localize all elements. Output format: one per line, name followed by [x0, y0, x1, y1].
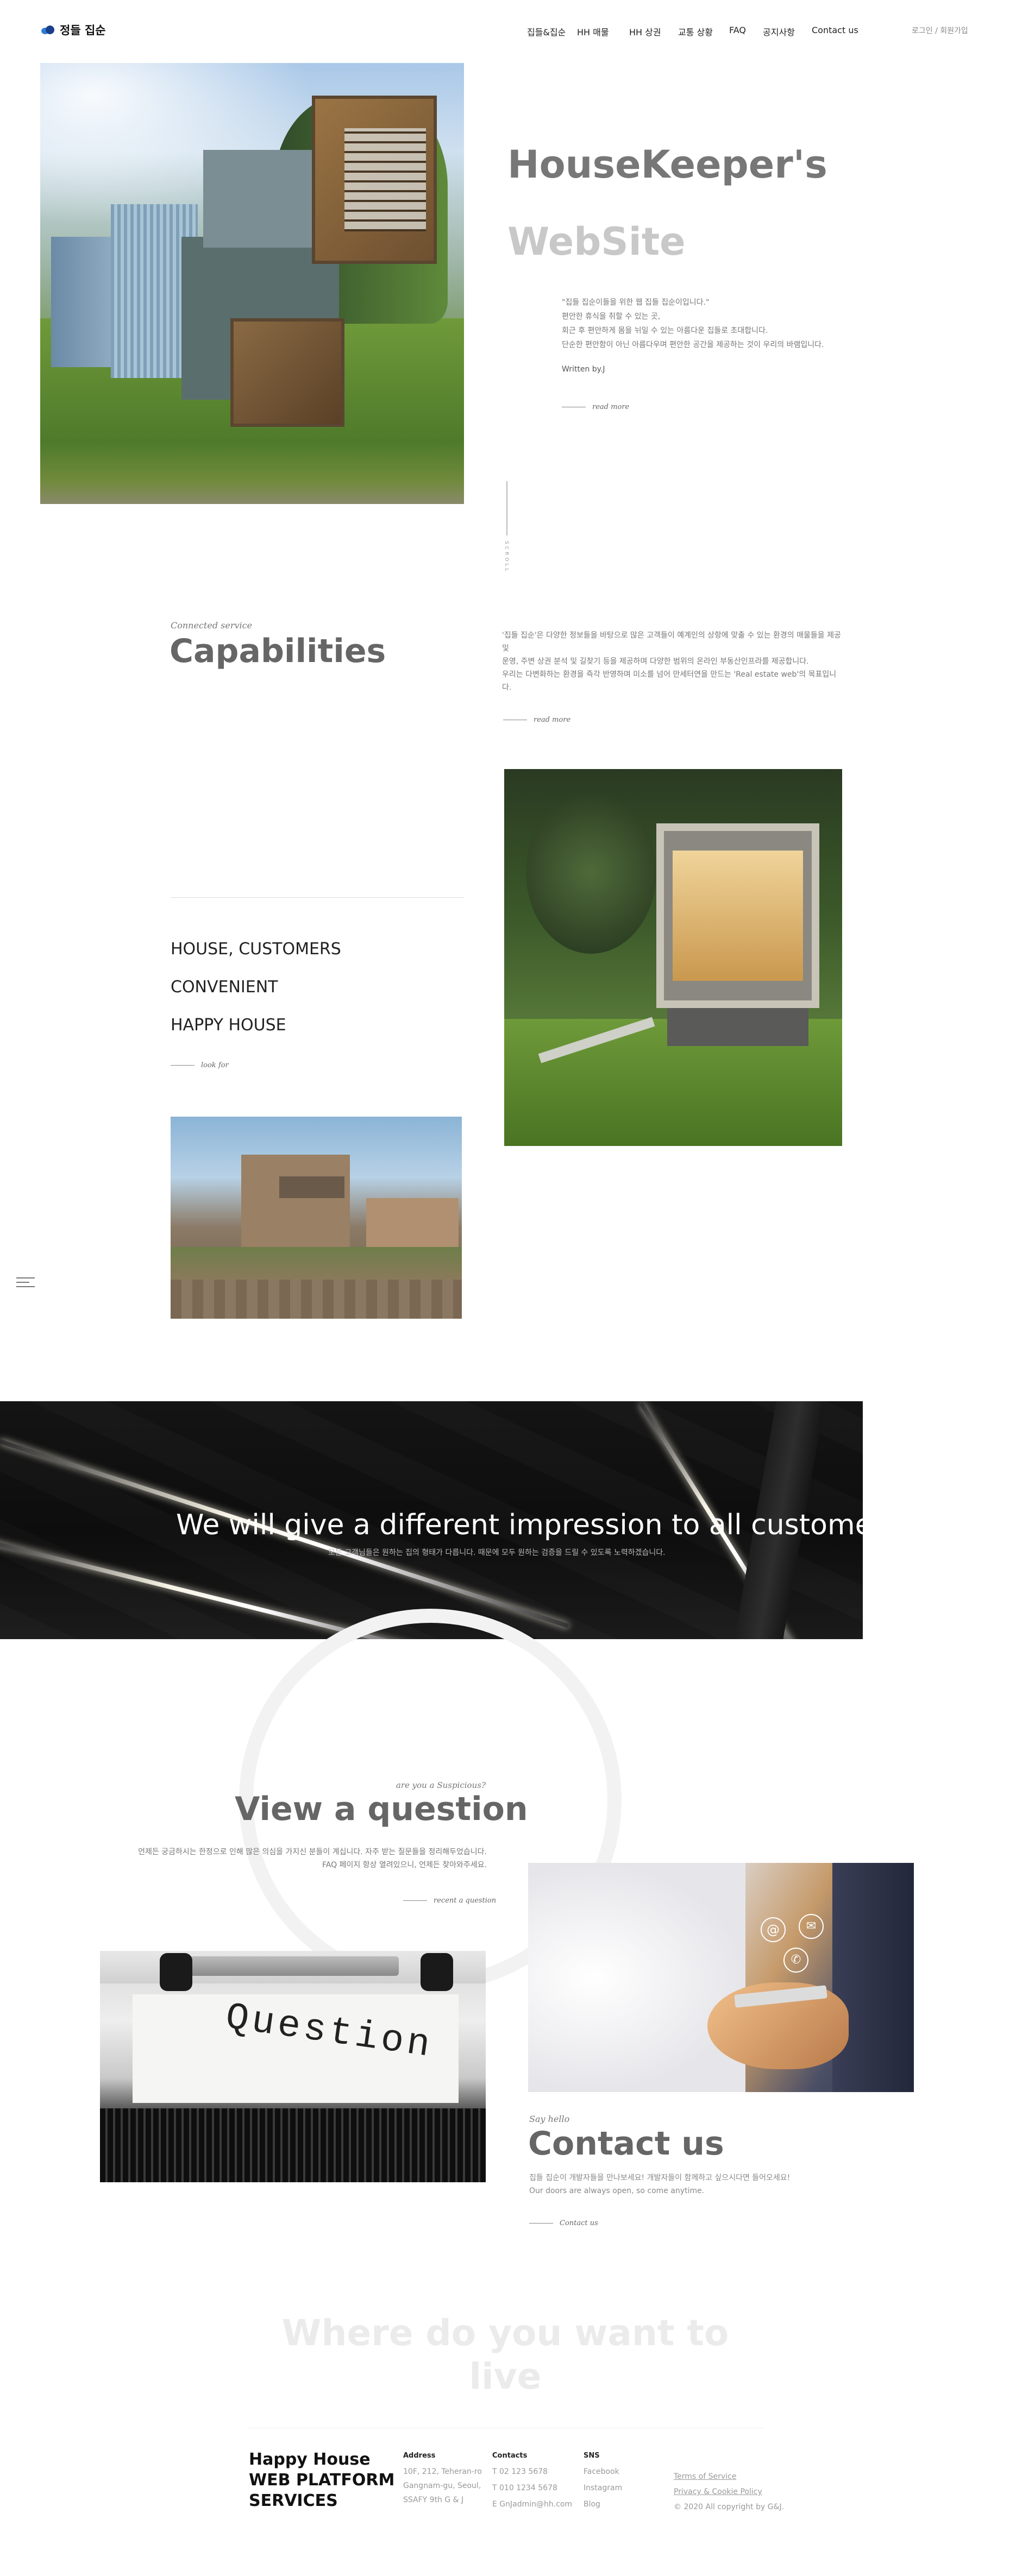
- question-text-line: 언제든 궁금하시는 한정으로 인해 많은 의심을 가지신 분들이 계십니다. 자…: [138, 1848, 487, 1856]
- contact-phone-photo: @ ✉ ✆: [528, 1863, 914, 2092]
- question-subtitle: are you a Suspicious?: [396, 1780, 486, 1790]
- footer-contacts-heading: Contacts: [492, 2452, 528, 2460]
- nav-item-listings[interactable]: HH 매물: [577, 25, 609, 38]
- logo-icon: [41, 26, 55, 34]
- recent-question-link[interactable]: recent a question: [403, 1897, 496, 1905]
- hero-read-more-link[interactable]: read more: [562, 403, 629, 411]
- site-header: 정들 집순 집들&집순 HH 매물 HH 상권 교통 상황 FAQ 공지사항 C…: [0, 0, 1016, 60]
- banner-subtitle: 모든 고객님들은 원하는 집의 형태가 다릅니다. 때문에 모두 원하는 검증을…: [328, 1548, 666, 1557]
- nav-item-notice[interactable]: 공지사항: [763, 25, 795, 38]
- signup-link[interactable]: 회원가입: [940, 27, 968, 35]
- hero-read-more-label: read more: [592, 403, 630, 411]
- tagline-line: HOUSE, CUSTOMERS: [171, 940, 341, 959]
- site-logo[interactable]: 정들 집순: [41, 22, 106, 38]
- auth-links: 로그인 / 회원가입: [912, 25, 968, 36]
- privacy-link[interactable]: Privacy & Cookie Policy: [674, 2484, 784, 2499]
- question-description: 언제든 궁금하시는 한정으로 인해 많은 의심을 가지신 분들이 계십니다. 자…: [96, 1846, 487, 1872]
- contact-description: 집들 집순이 개발자들을 만나보세요! 개발자들이 함께하고 싶으시다면 들어오…: [529, 2171, 790, 2197]
- capabilities-text-line: 우리는 다변화하는 환경을 즉각 반영하며 미소를 넘어 만세터연을 만드는 '…: [502, 670, 837, 692]
- footer-address-line: SSAFY 9th G & J: [403, 2496, 464, 2504]
- tagline-line: CONVENIENT: [171, 978, 278, 997]
- section-divider: [171, 897, 464, 898]
- footer-address: Address 10F, 212, Teheran-ro Gangnam-gu,…: [403, 2448, 482, 2508]
- question-typewriter-photo: Question: [100, 1951, 486, 2182]
- hero-house-photo: [40, 63, 464, 504]
- footer-mobile-link[interactable]: T 010 1234 5678: [492, 2480, 572, 2496]
- footer-brand-line: SERVICES: [249, 2491, 338, 2510]
- nav-item-commercial[interactable]: HH 상권: [629, 25, 661, 38]
- capabilities-read-more-label: read more: [534, 716, 571, 724]
- nav-item-contact[interactable]: Contact us: [812, 25, 858, 35]
- hero-title-line2: WebSite: [507, 219, 686, 264]
- capabilities-text-line: '집들 집순'은 다양한 정보들을 바탕으로 많은 고객들이 예계인의 상항에 …: [502, 631, 841, 653]
- footer-brand-line: WEB PLATFORM: [249, 2471, 395, 2490]
- capabilities-text-line: 운영, 주변 상권 분석 및 길찾기 등을 제공하며 다양한 범위의 온라인 부…: [502, 657, 809, 666]
- hero-quote-line: 단순한 편안함이 아닌 아름다우며 편안한 공간을 제공하는 것이 우리의 바램…: [562, 341, 824, 349]
- terms-link[interactable]: Terms of Service: [674, 2469, 784, 2484]
- scroll-indicator-label: SCROLL: [504, 541, 509, 574]
- hero-quote-line: 편안한 휴식을 취할 수 있는 곳,: [562, 312, 661, 321]
- hero-quote-line: "집들 집순이들을 위한 웹 집들 집순이입니다.": [562, 298, 710, 307]
- footer-blog-link[interactable]: Blog: [584, 2496, 622, 2512]
- copyright-text: © 2020 All copyright by G&J.: [674, 2503, 785, 2511]
- logo-text: 정들 집순: [60, 24, 106, 37]
- house-exterior-photo: [171, 1117, 462, 1319]
- footer-facebook-link[interactable]: Facebook: [584, 2464, 622, 2480]
- nav-item-traffic[interactable]: 교통 상황: [678, 25, 713, 38]
- nav-item-faq[interactable]: FAQ: [729, 25, 746, 35]
- footer-contacts: Contacts T 02 123 5678 T 010 1234 5678 E…: [492, 2448, 572, 2512]
- tagline-line: HAPPY HOUSE: [171, 1016, 286, 1035]
- menu-icon[interactable]: [16, 1277, 35, 1290]
- question-title: View a question: [235, 1790, 528, 1828]
- scroll-indicator-line: [506, 481, 507, 536]
- footer-instagram-link[interactable]: Instagram: [584, 2480, 622, 2496]
- footer-brand: Happy House WEB PLATFORM SERVICES: [249, 2449, 394, 2511]
- look-for-link[interactable]: look for: [171, 1061, 229, 1069]
- hero-quote: "집들 집순이들을 위한 웹 집들 집순이입니다." 편안한 휴식을 취할 수 …: [562, 295, 824, 352]
- hero-author: Written by.J: [562, 365, 605, 374]
- at-icon: @: [761, 1917, 786, 1942]
- contact-us-link-label: Contact us: [560, 2219, 598, 2227]
- banner-title: We will give a different impression to a…: [176, 1509, 899, 1541]
- contact-us-link[interactable]: Contact us: [529, 2219, 598, 2227]
- footer-email-link[interactable]: E GnJadmin@hh.com: [492, 2496, 572, 2512]
- capabilities-read-more-link[interactable]: read more: [503, 716, 570, 724]
- hero-title-line1: HouseKeeper's: [507, 142, 827, 187]
- divider-line: [403, 1900, 427, 1901]
- footer-address-heading: Address: [403, 2452, 436, 2460]
- footer-phone-link[interactable]: T 02 123 5678: [492, 2464, 572, 2480]
- footer-legal: Terms of Service Privacy & Cookie Policy…: [674, 2469, 784, 2515]
- contact-text-line: Our doors are always open, so come anyti…: [529, 2187, 705, 2195]
- contact-subtitle: Say hello: [529, 2114, 570, 2124]
- nav-item-home[interactable]: 집들&집순: [527, 25, 566, 38]
- look-for-label: look for: [201, 1061, 229, 1069]
- hero-quote-line: 회근 후 편안하게 몸을 뉘일 수 있는 아름다운 집들로 초대합니다.: [562, 326, 768, 335]
- divider-line: [171, 1065, 195, 1066]
- capabilities-description: '집들 집순'은 다양한 정보들을 바탕으로 많은 고객들이 예계인의 상항에 …: [502, 629, 844, 694]
- phone-icon: ✆: [783, 1948, 808, 1973]
- auth-separator: /: [935, 27, 938, 35]
- capabilities-title: Capabilities: [170, 632, 386, 670]
- mail-icon: ✉: [799, 1914, 824, 1939]
- modern-house-photo: [504, 769, 842, 1146]
- where-heading: Where do you want to live: [281, 2312, 729, 2397]
- contact-text-line: 집들 집순이 개발자들을 만나보세요! 개발자들이 함께하고 싶으시다면 들어오…: [529, 2174, 791, 2182]
- recent-question-label: recent a question: [434, 1897, 497, 1905]
- divider-line: [529, 2223, 553, 2224]
- login-link[interactable]: 로그인: [912, 27, 933, 35]
- capabilities-subtitle: Connected service: [171, 620, 253, 631]
- question-text-line: FAQ 페이지 항상 열려있으니, 언제든 찾아와주세요.: [322, 1861, 487, 1869]
- contact-title: Contact us: [528, 2125, 724, 2163]
- footer-sns: SNS Facebook Instagram Blog: [584, 2448, 622, 2512]
- footer-brand-line: Happy House: [249, 2450, 371, 2469]
- footer-sns-heading: SNS: [584, 2452, 600, 2460]
